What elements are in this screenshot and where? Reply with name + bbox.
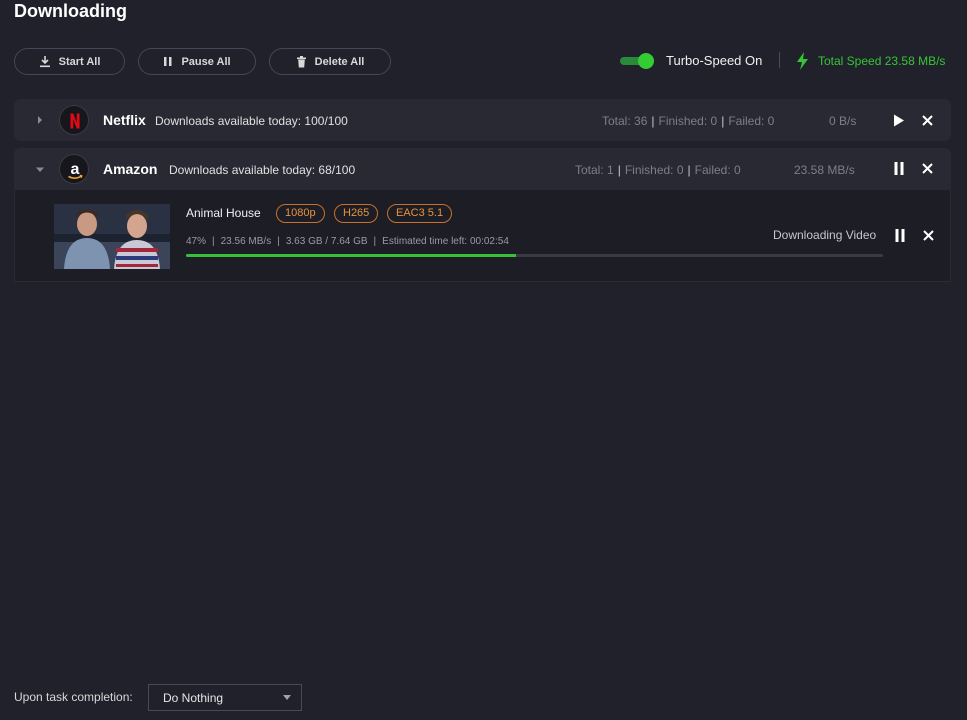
toolbar-divider: [779, 52, 780, 68]
trash-icon: [296, 55, 306, 67]
turbo-speed-toggle[interactable]: [620, 53, 654, 69]
group-speed: 0 B/s: [829, 114, 857, 128]
stat-total: Total: 36: [602, 114, 648, 128]
close-icon[interactable]: [923, 230, 934, 241]
lightning-icon: [797, 52, 808, 70]
stat-failed: Failed: 0: [694, 163, 741, 177]
resolution-badge: 1080p: [276, 204, 325, 223]
progress-info: 47% | 23.56 MB/s | 3.63 GB / 7.64 GB | Estimat…: [186, 236, 509, 247]
start-all-label: Start All: [58, 55, 101, 68]
chevron-down-icon[interactable]: [35, 166, 45, 174]
group-speed: 23.58 MB/s: [794, 163, 855, 177]
page-title: Downloading: [14, 1, 127, 21]
codec-badge: H265: [334, 204, 379, 223]
download-quota: Downloads available today: 68/100: [169, 163, 356, 177]
download-quota: Downloads available today: 100/100: [155, 114, 348, 128]
stat-finished: Finished: 0: [658, 114, 718, 128]
completion-action-select[interactable]: Do Nothing: [148, 684, 302, 711]
stat-finished: Finished: 0: [624, 163, 684, 177]
play-icon[interactable]: [893, 114, 905, 127]
task-size: 3.63 GB / 7.64 GB: [285, 236, 368, 247]
progress-percent: 47%: [186, 236, 207, 247]
task-eta: Estimated time left: 00:02:54: [382, 236, 509, 247]
netflix-logo: [59, 105, 89, 135]
group-header-netflix[interactable]: Netflix Downloads available today: 100/1…: [14, 99, 951, 141]
task-status: Downloading Video: [773, 228, 877, 242]
turbo-speed-label: Turbo-Speed On: [666, 53, 763, 68]
pause-all-button[interactable]: Pause All: [138, 48, 256, 75]
stat-total: Total: 1: [575, 163, 614, 177]
close-icon[interactable]: [922, 163, 933, 174]
pause-all-label: Pause All: [181, 55, 231, 68]
progress-bar: [186, 254, 883, 257]
pause-icon[interactable]: [895, 229, 905, 242]
download-task-item: Animal House 1080p H265 EAC3 5.1 47% | 23.…: [14, 190, 951, 282]
group-stats: Total: 36 | Finished: 0 | Failed: 0: [602, 114, 775, 128]
chevron-right-icon[interactable]: [36, 115, 44, 125]
download-icon: [39, 56, 50, 68]
stat-failed: Failed: 0: [728, 114, 775, 128]
amazon-logo: a: [59, 154, 89, 184]
completion-label: Upon task completion:: [14, 690, 133, 704]
progress-bar-fill: [186, 254, 517, 257]
svg-text:a: a: [71, 161, 80, 178]
completion-select-value: Do Nothing: [163, 691, 224, 705]
close-icon[interactable]: [922, 115, 933, 126]
service-name: Netflix: [103, 112, 146, 128]
audio-badge: EAC3 5.1: [387, 204, 453, 223]
group-stats: Total: 1 | Finished: 0 | Failed: 0: [575, 163, 741, 177]
start-all-button[interactable]: Start All: [14, 48, 125, 75]
toggle-knob: [638, 53, 654, 69]
delete-all-button[interactable]: Delete All: [269, 48, 391, 75]
pause-icon: [164, 57, 172, 66]
delete-all-label: Delete All: [314, 55, 365, 68]
group-header-amazon[interactable]: a Amazon Downloads available today: 68/1…: [14, 148, 951, 190]
total-speed: Total Speed 23.58 MB/s: [818, 54, 946, 68]
chevron-down-icon: [283, 695, 291, 700]
video-thumbnail: [54, 204, 170, 269]
service-name: Amazon: [103, 161, 158, 177]
pause-icon[interactable]: [894, 162, 904, 175]
video-title: Animal House: [186, 206, 261, 220]
task-speed: 23.56 MB/s: [220, 236, 272, 247]
